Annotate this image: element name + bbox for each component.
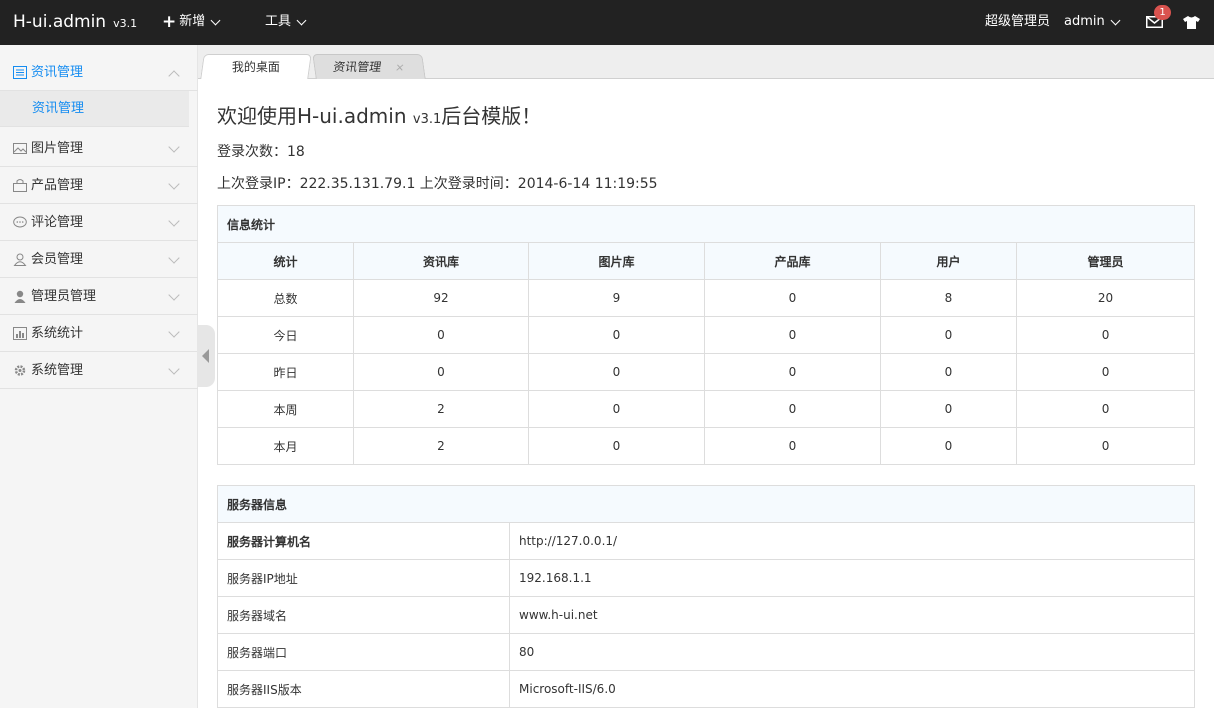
tab-label: 我的桌面 [231,60,280,74]
chevron-down-icon [168,363,180,375]
admin-icon [14,290,26,303]
column-header: 用户 [880,242,1017,280]
table-row: 服务器域名 www.h-ui.net [217,596,1196,634]
tools-menu-button[interactable]: 工具 [265,14,307,30]
table-row: 总数 92 9 0 8 20 [217,279,1196,317]
column-header: 产品库 [704,242,881,280]
sidebar-item-statistics[interactable]: 系统统计 [0,315,198,352]
chevron-down-icon [1110,15,1121,25]
chevron-down-icon [168,252,180,264]
tab-news[interactable]: 资讯管理 × [312,54,426,79]
tools-menu-label: 工具 [265,14,292,29]
brand-name: H-ui.admin [13,12,107,32]
page-title: 欢迎使用H-ui.admin v3.1后台模版！ [217,104,542,128]
table-row: 服务器IIS版本 Microsoft-IIS/6.0 [217,670,1196,708]
chevron-down-icon [210,15,221,25]
sidebar-item-products[interactable]: 产品管理 [0,167,198,204]
server-info-table: 服务器信息 服务器计算机名 http://127.0.0.1/ 服务器IP地址 19… [216,485,1196,708]
column-header: 资讯库 [353,242,529,280]
sidebar-item-label: 系统管理 [31,363,84,378]
sidebar-item-label: 资讯管理 [31,65,84,80]
chevron-down-icon [168,178,180,190]
stats-table: 信息统计 统计 资讯库 图片库 产品库 用户 管理员 总数 92 9 0 8 20 今日 0… [216,205,1196,465]
close-icon[interactable]: × [394,56,407,80]
sidebar-subitem-news[interactable]: 资讯管理 [0,91,189,127]
tab-bar: 我的桌面 资讯管理 × [198,45,1214,79]
sidebar-item-label: 系统统计 [31,326,84,341]
tab-desktop[interactable]: 我的桌面 [200,54,312,79]
news-icon [13,66,27,79]
server-table-title: 服务器信息 [216,485,1196,523]
column-header: 图片库 [528,242,705,280]
brand-version: v3.1 [113,17,138,30]
add-menu-label: 新增 [179,14,206,29]
user-name: admin [1064,14,1105,29]
chevron-down-icon [168,215,180,227]
table-row: 本月 2 0 0 0 0 [217,427,1196,465]
chevron-down-icon [296,15,307,25]
stats-table-title: 信息统计 [216,205,1196,243]
comment-icon [13,216,27,228]
user-icon [13,253,27,266]
tab-label: 资讯管理 [332,60,383,74]
sidebar-item-news[interactable]: 资讯管理 [0,54,198,91]
table-row: 今日 0 0 0 0 0 [217,316,1196,354]
table-row: 服务器IP地址 192.168.1.1 [217,559,1196,597]
table-row: 服务器端口 80 [217,633,1196,671]
table-header-row: 统计 资讯库 图片库 产品库 用户 管理员 [217,242,1196,280]
chart-icon [13,327,27,340]
chevron-down-icon [168,289,180,301]
column-header: 统计 [217,242,354,280]
plus-icon: + [162,12,177,32]
user-menu-button[interactable]: admin [1064,14,1121,30]
bag-icon [13,179,27,192]
picture-icon [13,143,27,154]
chevron-down-icon [168,326,180,338]
sidebar-item-images[interactable]: 图片管理 [0,130,198,167]
sidebar-item-comments[interactable]: 评论管理 [0,204,198,241]
gear-icon [14,365,26,376]
user-role: 超级管理员 [985,14,1051,29]
sidebar-subitem-label: 资讯管理 [32,101,85,116]
chevron-down-icon [168,141,180,153]
theme-icon[interactable] [1183,16,1200,29]
sidebar-item-label: 会员管理 [31,252,84,267]
collapse-arrow-icon [202,349,209,363]
sidebar-item-label: 图片管理 [31,141,84,156]
sidebar-item-system[interactable]: 系统管理 [0,352,198,389]
column-header: 管理员 [1015,242,1196,280]
chevron-up-icon [168,70,180,82]
sidebar-item-label: 管理员管理 [31,289,97,304]
table-row: 服务器计算机名 http://127.0.0.1/ [217,522,1196,560]
last-login-info: 上次登录IP：222.35.131.79.1 上次登录时间：2014-6-14 … [217,176,658,192]
login-count: 登录次数：18 [217,144,305,160]
top-navbar: H-ui.admin v3.1 + 新增 工具 超级管理员 admin 1 [0,0,1214,45]
sidebar-item-label: 评论管理 [31,215,84,230]
table-row: 昨日 0 0 0 0 0 [217,353,1196,391]
sidebar-collapse-button[interactable] [197,325,215,387]
sidebar-item-members[interactable]: 会员管理 [0,241,198,278]
mail-count-badge: 1 [1154,5,1171,20]
sidebar-item-label: 产品管理 [31,178,84,193]
brand-logo[interactable]: H-ui.admin v3.1 [13,12,137,34]
sidebar-item-admins[interactable]: 管理员管理 [0,278,198,315]
table-row: 本周 2 0 0 0 0 [217,390,1196,428]
add-menu-button[interactable]: + 新增 [162,12,221,32]
